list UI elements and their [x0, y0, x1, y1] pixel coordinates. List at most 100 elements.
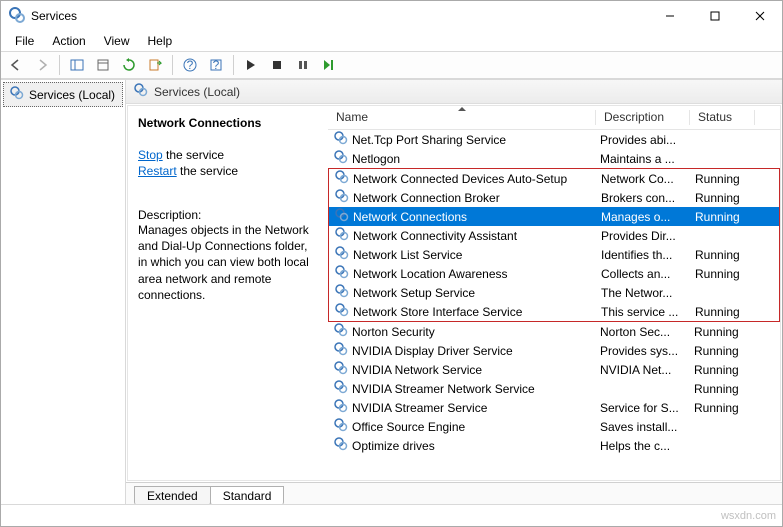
table-row[interactable]: NVIDIA Streamer Network Service Running: [328, 379, 780, 398]
menu-view[interactable]: View: [96, 32, 138, 50]
stop-service-button[interactable]: [266, 54, 288, 76]
cell-name: Network List Service: [329, 246, 597, 263]
restart-action: Restart the service: [138, 164, 318, 178]
menubar: File Action View Help: [1, 31, 782, 51]
service-icon: [334, 399, 348, 416]
column-status[interactable]: Status: [690, 106, 755, 129]
cell-description: Saves install...: [596, 420, 690, 434]
cell-description: This service ...: [597, 305, 691, 319]
cell-name: Network Store Interface Service: [329, 303, 597, 320]
table-row[interactable]: Netlogon Maintains a ...: [328, 149, 780, 168]
cell-name: Network Connection Broker: [329, 189, 597, 206]
titlebar: Services: [1, 1, 782, 31]
tree-item-services-local[interactable]: Services (Local): [3, 82, 123, 107]
cell-status: Running: [690, 382, 755, 396]
forward-button[interactable]: [31, 54, 53, 76]
table-row[interactable]: Office Source Engine Saves install...: [328, 417, 780, 436]
cell-description: Manages o...: [597, 210, 691, 224]
minimize-button[interactable]: [647, 1, 692, 31]
statusbar: [1, 504, 782, 526]
service-rows[interactable]: Net.Tcp Port Sharing Service Provides ab…: [328, 130, 780, 480]
service-icon: [334, 342, 348, 359]
table-row[interactable]: Network Setup Service The Networ...: [329, 283, 779, 302]
start-service-button[interactable]: [240, 54, 262, 76]
cell-status: Running: [690, 401, 755, 415]
table-row[interactable]: Network Location Awareness Collects an..…: [329, 264, 779, 283]
table-row[interactable]: Net.Tcp Port Sharing Service Provides ab…: [328, 130, 780, 149]
toolbar-separator: [172, 55, 173, 75]
cell-status: Running: [691, 210, 756, 224]
menu-action[interactable]: Action: [44, 32, 93, 50]
close-button[interactable]: [737, 1, 782, 31]
cell-status: Running: [691, 248, 756, 262]
app-icon: [9, 7, 25, 26]
service-icon: [334, 380, 348, 397]
table-row[interactable]: Network Connection Broker Brokers con...…: [329, 188, 779, 207]
service-icon: [335, 284, 349, 301]
menu-file[interactable]: File: [7, 32, 42, 50]
service-icon: [335, 227, 349, 244]
show-hide-tree-button[interactable]: [66, 54, 88, 76]
window-title: Services: [31, 9, 77, 23]
column-name[interactable]: Name: [328, 106, 596, 129]
highlighted-group: Network Connected Devices Auto-Setup Net…: [328, 168, 780, 322]
cell-name: Net.Tcp Port Sharing Service: [328, 131, 596, 148]
cell-status: Running: [690, 344, 755, 358]
service-icon: [334, 437, 348, 454]
properties-button[interactable]: [92, 54, 114, 76]
cell-name: Office Source Engine: [328, 418, 596, 435]
table-row[interactable]: NVIDIA Display Driver Service Provides s…: [328, 341, 780, 360]
menu-help[interactable]: Help: [140, 32, 181, 50]
service-icon: [335, 265, 349, 282]
service-icon: [335, 208, 349, 225]
table-row[interactable]: NVIDIA Streamer Service Service for S...…: [328, 398, 780, 417]
right-pane-body: Network Connections Stop the service Res…: [127, 105, 781, 481]
restart-link[interactable]: Restart: [138, 164, 177, 178]
tab-standard[interactable]: Standard: [210, 486, 285, 504]
right-pane-title: Services (Local): [154, 85, 240, 99]
stop-tail: the service: [163, 148, 224, 162]
cell-description: Helps the c...: [596, 439, 690, 453]
view-tabs: Extended Standard: [126, 482, 782, 504]
table-row[interactable]: Optimize drives Helps the c...: [328, 436, 780, 455]
service-icon: [334, 361, 348, 378]
table-row[interactable]: Network Connectivity Assistant Provides …: [329, 226, 779, 245]
cell-description: Collects an...: [597, 267, 691, 281]
table-row[interactable]: Network Connected Devices Auto-Setup Net…: [329, 169, 779, 188]
restart-service-button[interactable]: [318, 54, 340, 76]
table-row[interactable]: NVIDIA Network Service NVIDIA Net... Run…: [328, 360, 780, 379]
column-description[interactable]: Description: [596, 106, 690, 129]
cell-description: The Networ...: [597, 286, 691, 300]
cell-name: Network Connectivity Assistant: [329, 227, 597, 244]
cell-name: Network Connections: [329, 208, 597, 225]
table-row[interactable]: Norton Security Norton Sec... Running: [328, 322, 780, 341]
cell-description: Network Co...: [597, 172, 691, 186]
help-button[interactable]: ?: [179, 54, 201, 76]
service-icon: [335, 170, 349, 187]
back-button[interactable]: [5, 54, 27, 76]
cell-description: Service for S...: [596, 401, 690, 415]
service-icon: [334, 418, 348, 435]
maximize-button[interactable]: [692, 1, 737, 31]
cell-status: Running: [691, 267, 756, 281]
cell-description: Provides sys...: [596, 344, 690, 358]
table-row[interactable]: Network List Service Identifies th... Ru…: [329, 245, 779, 264]
restart-tail: the service: [177, 164, 238, 178]
tree-pane: Services (Local): [1, 80, 126, 504]
cell-status: Running: [690, 325, 755, 339]
table-row[interactable]: Network Store Interface Service This ser…: [329, 302, 779, 321]
cell-name: NVIDIA Network Service: [328, 361, 596, 378]
column-name-label: Name: [336, 110, 368, 124]
cell-name: Optimize drives: [328, 437, 596, 454]
export-button[interactable]: [144, 54, 166, 76]
cell-description: Provides abi...: [596, 133, 690, 147]
service-list: Name Description Status Net.Tcp Port Sha…: [328, 106, 780, 480]
table-row[interactable]: Network Connections Manages o... Running: [329, 207, 779, 226]
cell-name: Norton Security: [328, 323, 596, 340]
pause-service-button[interactable]: [292, 54, 314, 76]
cell-status: Running: [691, 305, 756, 319]
stop-link[interactable]: Stop: [138, 148, 163, 162]
tab-extended[interactable]: Extended: [134, 486, 211, 504]
help2-button[interactable]: ?: [205, 54, 227, 76]
refresh-button[interactable]: [118, 54, 140, 76]
